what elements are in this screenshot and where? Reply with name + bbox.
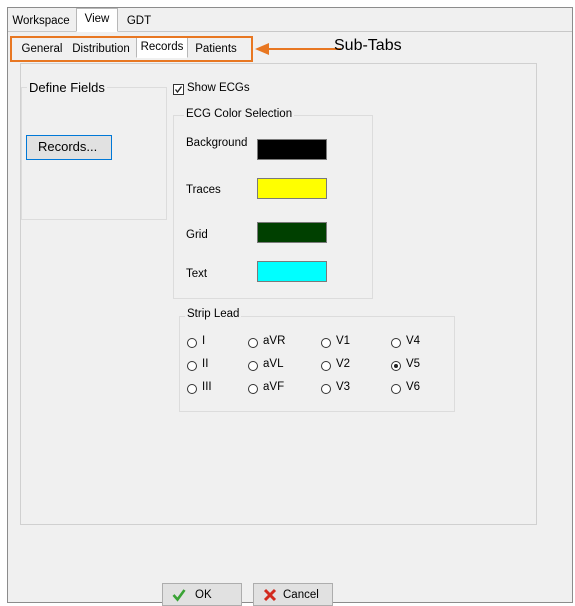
radio-i[interactable] xyxy=(187,338,197,348)
define-fields-title: Define Fields xyxy=(27,80,107,95)
close-icon xyxy=(263,588,277,602)
radio-avr[interactable] xyxy=(248,338,258,348)
radio-v5[interactable] xyxy=(391,361,401,371)
traces-color-swatch[interactable] xyxy=(257,178,327,199)
radio-label-v6: V6 xyxy=(406,381,421,393)
text-color-label: Text xyxy=(186,268,208,280)
radio-label-v5: V5 xyxy=(406,358,421,370)
text-color-swatch[interactable] xyxy=(257,261,327,282)
radio-label-i: I xyxy=(202,335,206,347)
ok-button[interactable]: OK xyxy=(162,583,242,606)
background-color-swatch[interactable] xyxy=(257,139,327,160)
tab-view[interactable]: View xyxy=(76,8,118,32)
cancel-label: Cancel xyxy=(283,589,319,601)
radio-label-avf: aVF xyxy=(263,381,285,393)
radio-v1[interactable] xyxy=(321,338,331,348)
radio-label-avl: aVL xyxy=(263,358,284,370)
sub-tabs-highlight-box xyxy=(10,36,253,62)
radio-v2[interactable] xyxy=(321,361,331,371)
tab-gdt[interactable]: GDT xyxy=(119,11,159,31)
background-color-label: Background xyxy=(186,137,248,149)
checkmark-icon xyxy=(172,589,186,602)
radio-v3[interactable] xyxy=(321,384,331,394)
strip-lead-title: Strip Lead xyxy=(185,308,242,320)
radio-ii[interactable] xyxy=(187,361,197,371)
records-button[interactable]: Records... xyxy=(26,135,112,160)
checkmark-icon xyxy=(174,86,183,94)
radio-iii[interactable] xyxy=(187,384,197,394)
radio-label-v1: V1 xyxy=(336,335,351,347)
show-ecgs-checkbox[interactable] xyxy=(173,84,184,95)
sub-tabs-annotation-label: Sub-Tabs xyxy=(334,37,402,54)
radio-avf[interactable] xyxy=(248,384,258,394)
radio-label-ii: II xyxy=(202,358,209,370)
cancel-button[interactable]: Cancel xyxy=(253,583,333,606)
radio-label-iii: III xyxy=(202,381,212,393)
radio-label-v2: V2 xyxy=(336,358,351,370)
radio-v4[interactable] xyxy=(391,338,401,348)
radio-label-v4: V4 xyxy=(406,335,421,347)
settings-dialog: Workspace View GDT General Distribution … xyxy=(7,7,573,606)
radio-label-v3: V3 xyxy=(336,381,351,393)
radio-avl[interactable] xyxy=(248,361,258,371)
tab-workspace[interactable]: Workspace xyxy=(8,11,74,31)
grid-color-swatch[interactable] xyxy=(257,222,327,243)
annotation-arrow-icon xyxy=(255,43,341,55)
grid-color-label: Grid xyxy=(186,229,208,241)
radio-v6[interactable] xyxy=(391,384,401,394)
ok-label: OK xyxy=(195,589,212,601)
radio-label-avr: aVR xyxy=(263,335,286,347)
show-ecgs-label: Show ECGs xyxy=(187,82,250,94)
records-tab-panel: Define Fields Records... Show ECGs ECG C… xyxy=(20,63,537,525)
ecg-color-title: ECG Color Selection xyxy=(184,108,295,120)
traces-color-label: Traces xyxy=(186,184,221,196)
